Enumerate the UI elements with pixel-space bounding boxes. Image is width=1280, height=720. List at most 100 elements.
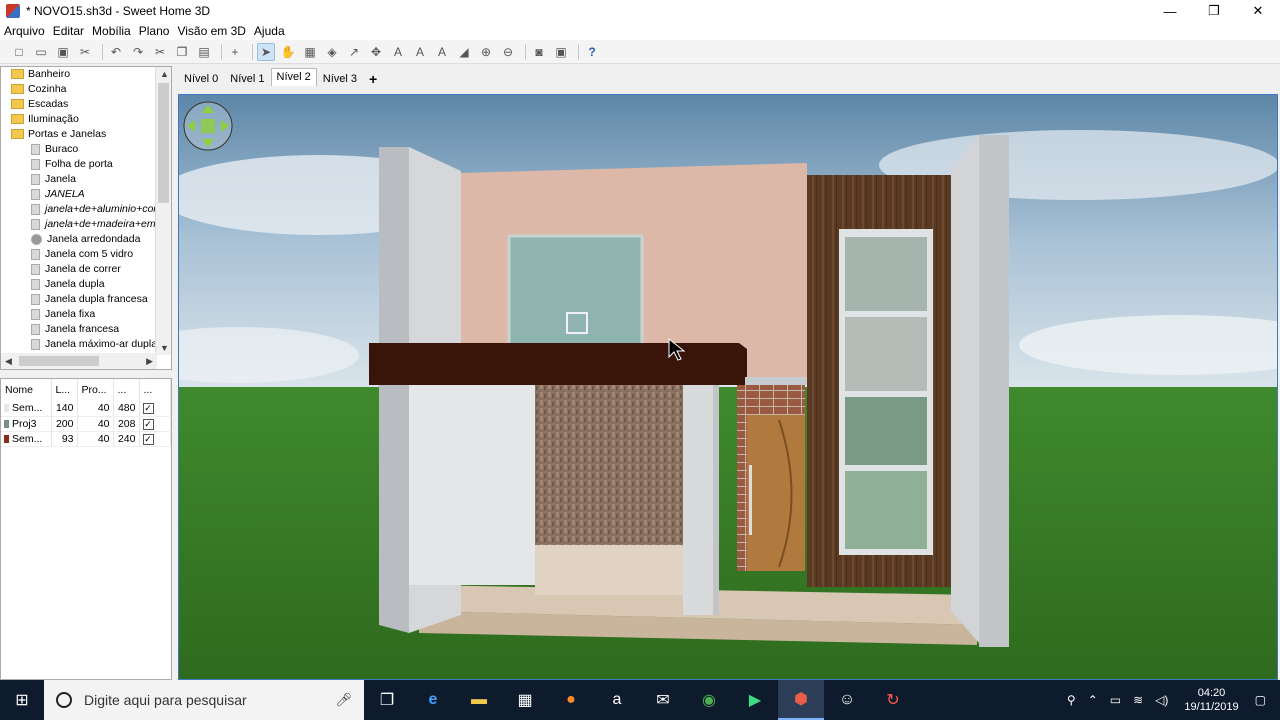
- catalog-item[interactable]: janela+de+aluminio+cor: [1, 202, 171, 217]
- close-button[interactable]: ✕: [1236, 0, 1280, 22]
- save-icon[interactable]: ▣: [54, 43, 72, 61]
- undo-icon[interactable]: ↶: [107, 43, 125, 61]
- add-furniture-icon[interactable]: +: [226, 43, 244, 61]
- select-mode-icon[interactable]: ➤: [257, 42, 275, 61]
- cut-icon[interactable]: ✂: [151, 43, 169, 61]
- menu-plano[interactable]: Plano: [139, 24, 170, 38]
- catalog-item[interactable]: Janela com 5 vidro: [1, 247, 171, 262]
- catalog-item[interactable]: Janela dupla francesa: [1, 292, 171, 307]
- 3d-view[interactable]: [178, 94, 1278, 680]
- column-visible[interactable]: ...: [139, 379, 171, 401]
- pan-mode-icon[interactable]: ✋: [279, 43, 297, 61]
- notifications-icon[interactable]: ▢: [1255, 693, 1266, 707]
- maximize-button[interactable]: ❐: [1192, 0, 1236, 22]
- furniture-row[interactable]: Sem... 93 40 240 ✓: [1, 431, 171, 447]
- sweet-home-3d-taskbar-icon[interactable]: ⬢: [778, 680, 824, 720]
- visible-checkbox[interactable]: ✓: [142, 418, 154, 430]
- create-dimensions-icon[interactable]: ✥: [367, 43, 385, 61]
- catalog-item[interactable]: janela+de+madeira+em: [1, 217, 171, 232]
- help-icon[interactable]: ?: [583, 43, 601, 61]
- chrome-icon[interactable]: ◉: [686, 680, 732, 720]
- furniture-row[interactable]: Sem... 140 40 480 ✓: [1, 401, 171, 417]
- house-3d-model[interactable]: [369, 135, 1009, 647]
- catalog-item[interactable]: Janela francesa: [1, 322, 171, 337]
- column-width[interactable]: L...: [51, 379, 78, 401]
- decrease-text-icon[interactable]: A: [433, 43, 451, 61]
- catalog-item[interactable]: Portas e Janelas: [1, 127, 171, 142]
- menu-arquivo[interactable]: Arquivo: [4, 24, 45, 38]
- paste-icon[interactable]: ▤: [195, 43, 213, 61]
- app-icon[interactable]: ↻: [870, 680, 916, 720]
- zoom-out-icon[interactable]: ⊖: [499, 43, 517, 61]
- scroll-up-icon[interactable]: ▲: [160, 69, 169, 79]
- column-height[interactable]: ...: [113, 379, 140, 401]
- tab-nivel-0[interactable]: Nível 0: [178, 70, 224, 86]
- redo-icon[interactable]: ↷: [129, 43, 147, 61]
- create-rooms-icon[interactable]: ◈: [323, 43, 341, 61]
- edge-browser-icon[interactable]: e: [410, 680, 456, 720]
- create-polylines-icon[interactable]: ↗: [345, 43, 363, 61]
- volume-icon[interactable]: ◁): [1155, 693, 1168, 707]
- scroll-thumb[interactable]: [19, 356, 99, 366]
- open-folder-icon[interactable]: ▭: [32, 43, 50, 61]
- scroll-down-icon[interactable]: ▼: [160, 343, 169, 353]
- minimize-button[interactable]: —: [1148, 0, 1192, 22]
- catalog-horizontal-scrollbar[interactable]: ◀ ▶: [1, 353, 157, 369]
- scroll-thumb[interactable]: [158, 83, 169, 203]
- new-file-icon[interactable]: □: [10, 43, 28, 61]
- preferences-icon[interactable]: ✂: [76, 43, 94, 61]
- create-walls-icon[interactable]: ▦: [301, 43, 319, 61]
- app-icon[interactable]: ▶: [732, 680, 778, 720]
- catalog-item[interactable]: Cozinha: [1, 82, 171, 97]
- catalog-item[interactable]: Janela máximo-ar dupla: [1, 337, 171, 352]
- increase-text-icon[interactable]: A: [411, 43, 429, 61]
- catalog-item[interactable]: Janela: [1, 172, 171, 187]
- people-icon[interactable]: ⚲: [1067, 693, 1076, 707]
- firefox-icon[interactable]: ●: [548, 680, 594, 720]
- clock[interactable]: 04:20 19/11/2019: [1184, 686, 1238, 714]
- tab-nivel-2[interactable]: Nível 2: [270, 68, 317, 86]
- create-video-icon[interactable]: ▣: [552, 43, 570, 61]
- catalog-item[interactable]: Iluminação: [1, 112, 171, 127]
- windows-start-icon[interactable]: ⊞: [0, 680, 44, 720]
- furniture-row[interactable]: Proj3 200 40 208 ✓: [1, 416, 171, 432]
- mail-icon[interactable]: ✉: [640, 680, 686, 720]
- catalog-item[interactable]: Janela fixa: [1, 307, 171, 322]
- menu-ajuda[interactable]: Ajuda: [254, 24, 285, 38]
- catalog-item[interactable]: Buraco: [1, 142, 171, 157]
- visible-checkbox[interactable]: ✓: [142, 433, 154, 445]
- add-level-button[interactable]: +: [363, 70, 383, 87]
- tab-nivel-1[interactable]: Nível 1: [224, 70, 270, 86]
- create-photo-icon[interactable]: ◙: [530, 43, 548, 61]
- catalog-vertical-scrollbar[interactable]: ▲ ▼: [155, 67, 171, 355]
- menu-mobilia[interactable]: Mobília: [92, 24, 131, 38]
- battery-icon[interactable]: ▭: [1110, 693, 1121, 707]
- add-text-icon[interactable]: A: [389, 43, 407, 61]
- navigation-arrows-icon[interactable]: [183, 101, 233, 151]
- microphone-icon[interactable]: 🎤︎: [335, 692, 352, 708]
- catalog-item[interactable]: Folha de porta: [1, 157, 171, 172]
- zoom-in-icon[interactable]: ⊕: [477, 43, 495, 61]
- menu-editar[interactable]: Editar: [53, 24, 84, 38]
- scroll-left-icon[interactable]: ◀: [5, 356, 12, 367]
- catalog-item[interactable]: Janela dupla: [1, 277, 171, 292]
- catalog-item[interactable]: Janela arredondada: [1, 232, 171, 247]
- visible-checkbox[interactable]: ✓: [142, 403, 154, 415]
- amazon-icon[interactable]: a: [594, 680, 640, 720]
- taskbar-search[interactable]: Digite aqui para pesquisar 🎤︎: [44, 680, 364, 720]
- tab-nivel-3[interactable]: Nível 3: [317, 70, 363, 86]
- column-name[interactable]: Nome: [1, 379, 52, 401]
- file-explorer-icon[interactable]: ▬: [456, 680, 502, 720]
- catalog-item[interactable]: Janela de correr: [1, 262, 171, 277]
- store-icon[interactable]: ▦: [502, 680, 548, 720]
- catalog-item[interactable]: Banheiro: [1, 67, 171, 82]
- text-style-icon[interactable]: ◢: [455, 43, 473, 61]
- menu-visao-3d[interactable]: Visão em 3D: [177, 24, 245, 38]
- column-depth[interactable]: Pro...: [77, 379, 114, 401]
- catalog-item[interactable]: JANELA: [1, 187, 171, 202]
- copy-icon[interactable]: ❐: [173, 43, 191, 61]
- app-icon[interactable]: ☺: [824, 680, 870, 720]
- show-hidden-icons-icon[interactable]: ⌃: [1088, 693, 1098, 707]
- 3d-scene[interactable]: [179, 95, 1278, 680]
- task-view-icon[interactable]: ❐: [364, 680, 410, 720]
